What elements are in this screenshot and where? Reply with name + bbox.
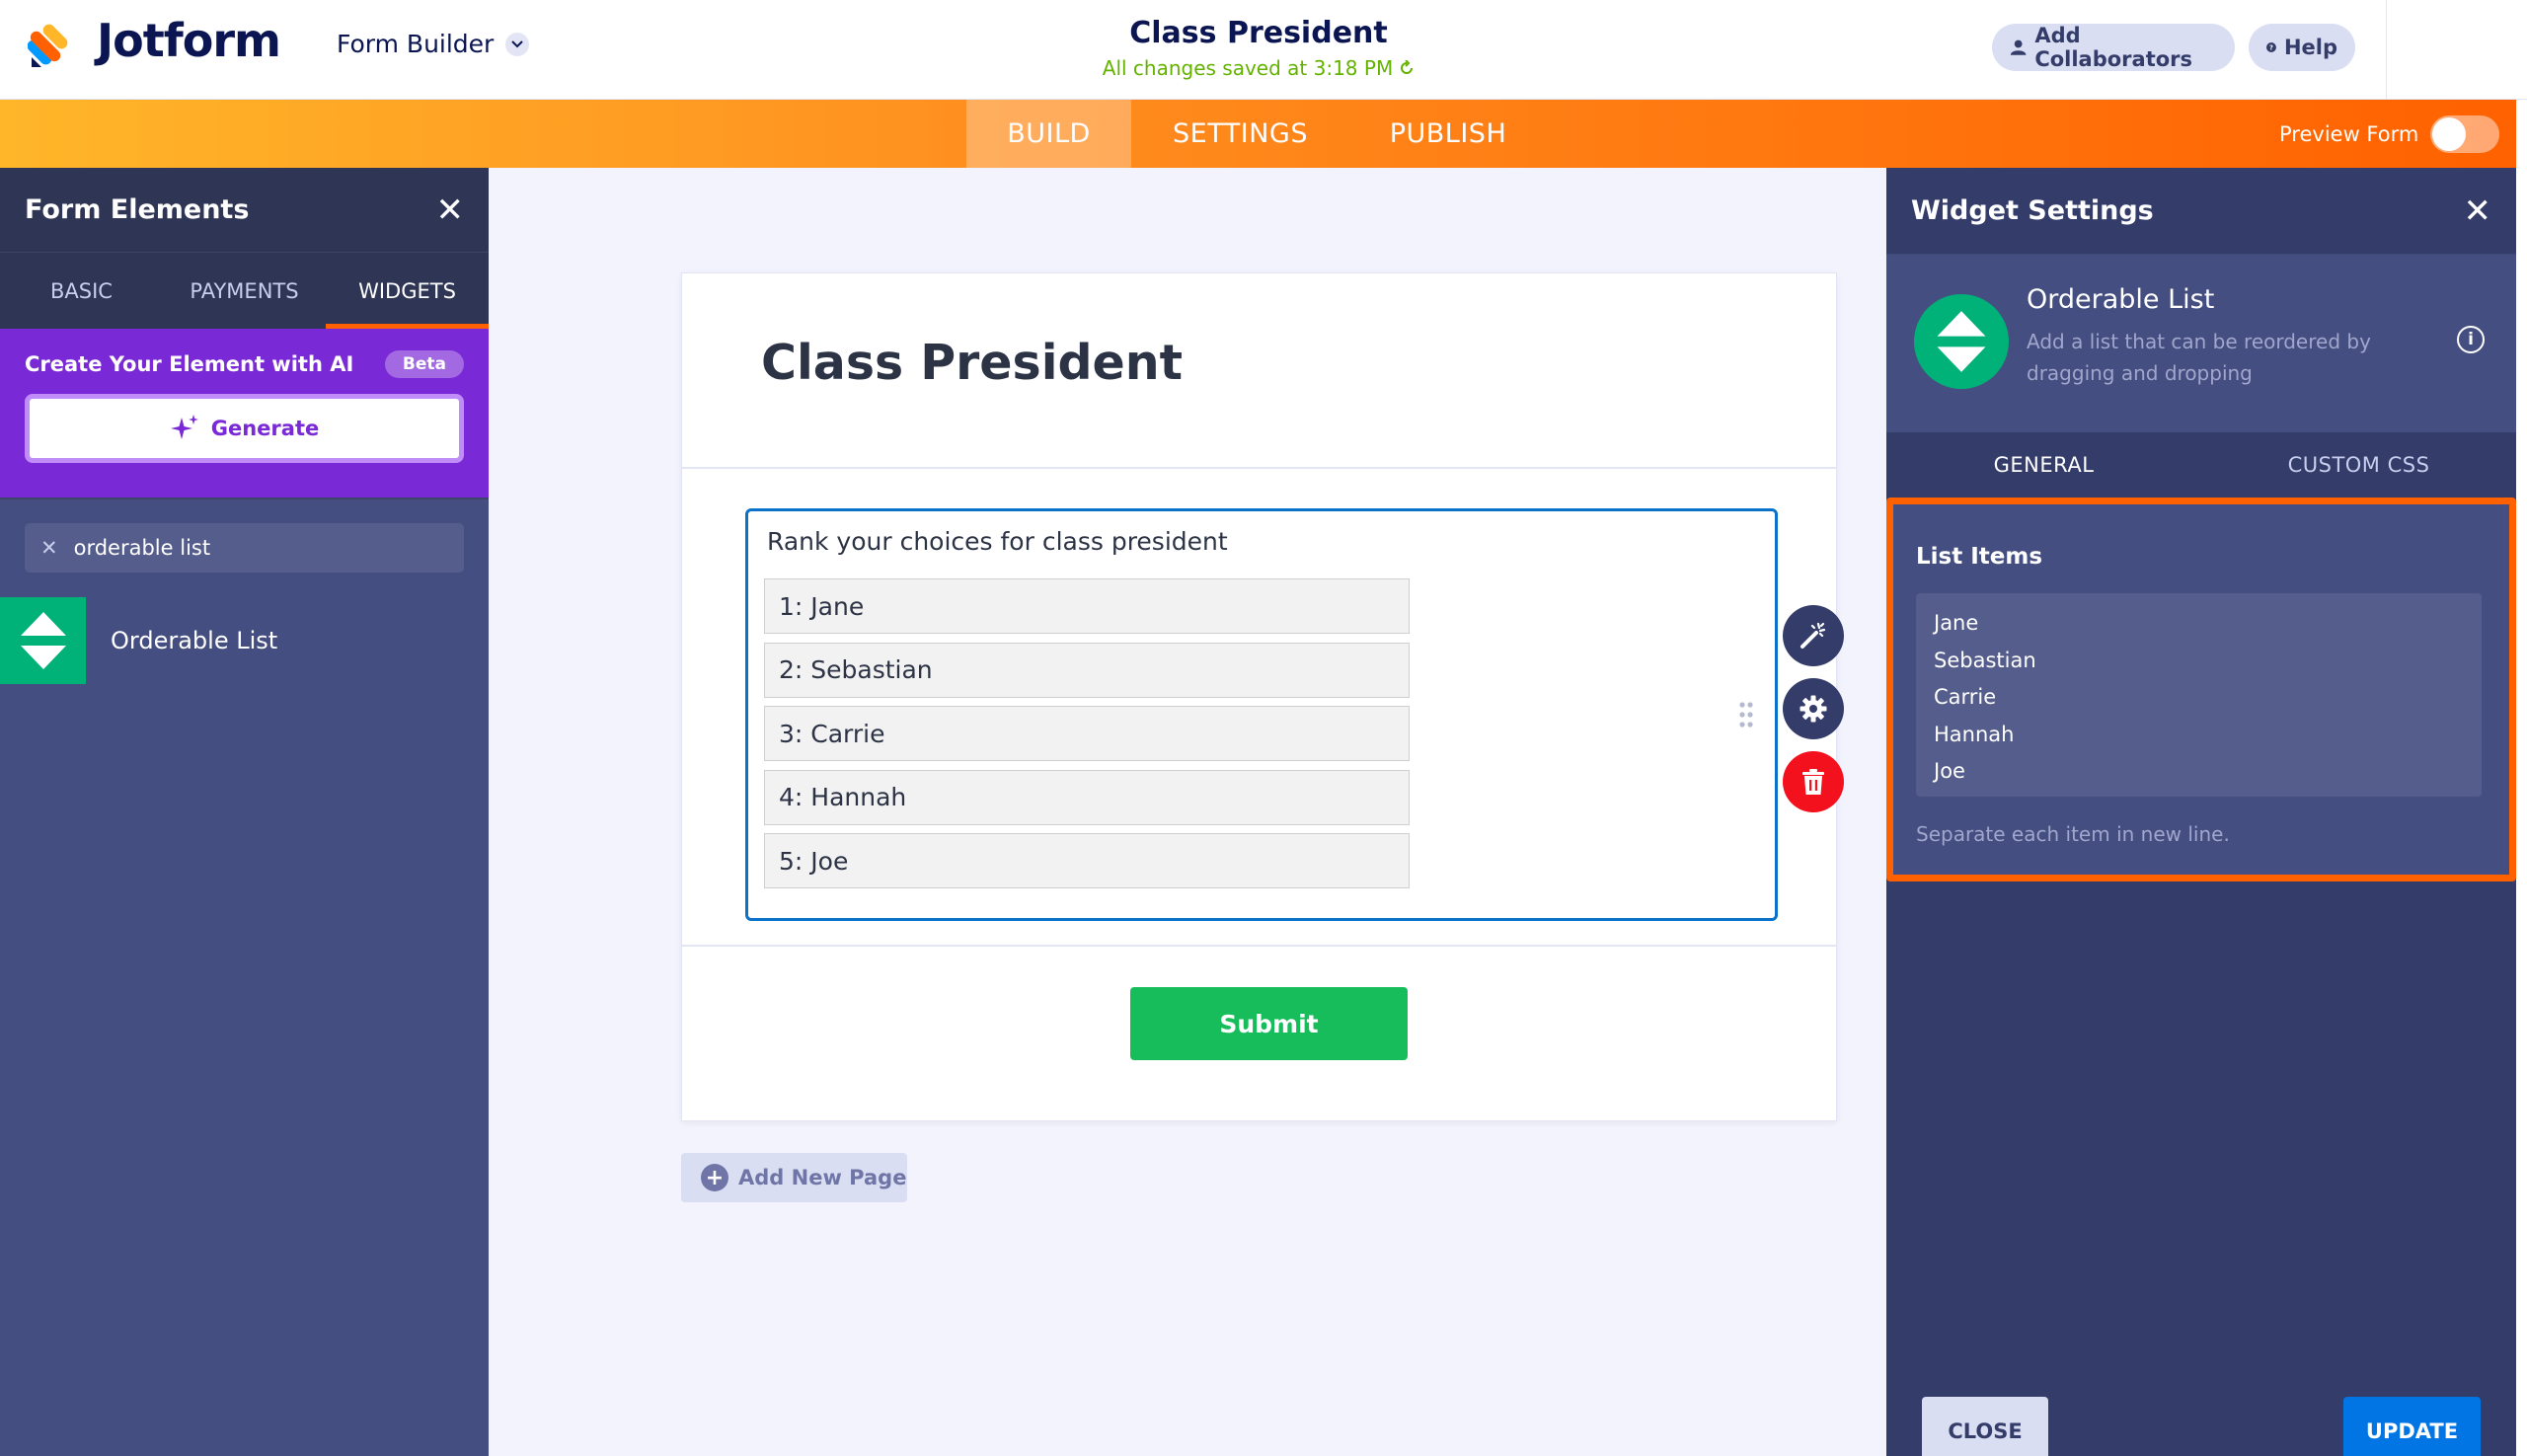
close-icon[interactable]: ✕ xyxy=(436,193,465,227)
orderable-list-icon xyxy=(0,597,86,684)
divider xyxy=(682,467,1836,469)
orderable-list: 1: Jane 2: Sebastian 3: Carrie 4: Hannah… xyxy=(764,578,1410,897)
user-icon xyxy=(2010,39,2027,55)
main-nav: BUILD SETTINGS PUBLISH Preview Form xyxy=(0,100,2527,168)
list-item-line: Jane xyxy=(1934,611,1979,635)
top-header: Jotform Form Builder Class President All… xyxy=(0,0,2527,100)
preview-form: Preview Form xyxy=(2279,100,2500,168)
widget-settings-tabs: GENERAL CUSTOM CSS xyxy=(1886,432,2516,498)
form-elements-header: Form Elements ✕ xyxy=(0,168,489,252)
save-status: All changes saved at 3:18 PM xyxy=(1036,56,1481,80)
question-label[interactable]: Rank your choices for class president xyxy=(767,527,1228,556)
search-box: ✕ xyxy=(25,523,464,573)
tab-settings[interactable]: SETTINGS xyxy=(1131,100,1349,168)
tab-widgets[interactable]: WIDGETS xyxy=(326,253,489,329)
list-item-line: Sebastian xyxy=(1934,648,2036,672)
widget-info: Orderable List Add a list that can be re… xyxy=(1886,255,2516,432)
list-item[interactable]: 1: Jane xyxy=(764,578,1410,634)
save-status-text: All changes saved at 3:18 PM xyxy=(1102,56,1394,80)
list-item-line: Hannah xyxy=(1934,722,2015,746)
brand-name[interactable]: Jotform xyxy=(97,14,281,67)
widget-settings-title: Widget Settings xyxy=(1911,195,2154,226)
magic-wand-icon xyxy=(1800,622,1826,649)
list-items-title: List Items xyxy=(1916,544,2043,570)
jotform-logo-icon[interactable] xyxy=(28,20,77,69)
close-icon[interactable]: ✕ xyxy=(2464,194,2492,228)
settings-button[interactable] xyxy=(1783,678,1844,739)
help-label: Help xyxy=(2283,36,2337,59)
preview-form-label: Preview Form xyxy=(2279,121,2419,146)
widget-settings-header: Widget Settings ✕ xyxy=(1886,168,2516,255)
list-item[interactable]: 3: Carrie xyxy=(764,706,1410,761)
form-title[interactable]: Class President xyxy=(1036,16,1481,50)
tab-build[interactable]: BUILD xyxy=(966,100,1131,168)
list-item[interactable]: 4: Hannah xyxy=(764,769,1410,825)
orderable-list-icon xyxy=(1914,294,2009,389)
list-item-line: Carrie xyxy=(1934,685,1997,709)
generate-label: Generate xyxy=(210,417,320,440)
tab-payments[interactable]: PAYMENTS xyxy=(163,253,326,329)
header-divider xyxy=(2386,0,2387,100)
chevron-down-icon xyxy=(505,32,530,56)
form-builder-menu[interactable]: Form Builder xyxy=(337,30,530,58)
form-elements-title: Form Elements xyxy=(25,194,250,225)
ai-element-box: Create Your Element with AI Beta Generat… xyxy=(0,329,489,498)
sparkle-icon xyxy=(170,415,198,439)
magic-wand-button[interactable] xyxy=(1783,605,1844,666)
list-items-textarea[interactable]: Jane Sebastian Carrie Hannah Joe xyxy=(1916,593,2482,797)
list-items-section: List Items Jane Sebastian Carrie Hannah … xyxy=(1886,498,2516,881)
list-item[interactable]: 5: Joe xyxy=(764,833,1410,888)
generate-button[interactable]: Generate xyxy=(25,394,464,463)
form-canvas: Class President Rank your choices for cl… xyxy=(489,168,1886,1456)
form-card: Class President Rank your choices for cl… xyxy=(681,272,1837,1121)
search-input[interactable] xyxy=(73,536,448,560)
element-label: Orderable List xyxy=(111,627,278,654)
info-icon[interactable]: i xyxy=(2457,326,2485,353)
title-block: Class President All changes saved at 3:1… xyxy=(1036,16,1481,80)
close-button[interactable]: CLOSE xyxy=(1922,1397,2048,1456)
beta-badge: Beta xyxy=(384,350,464,378)
form-elements-panel: Form Elements ✕ BASIC PAYMENTS WIDGETS C… xyxy=(0,168,489,1456)
drag-handle-icon[interactable] xyxy=(1739,702,1753,728)
tab-custom-css[interactable]: CUSTOM CSS xyxy=(2201,432,2516,498)
add-collaborators-button[interactable]: Add Collaborators xyxy=(1992,24,2235,71)
list-item-line: Joe xyxy=(1934,759,1965,783)
add-collaborators-label: Add Collaborators xyxy=(2034,24,2193,71)
trash-icon xyxy=(1802,769,1824,795)
delete-button[interactable] xyxy=(1783,751,1844,812)
plus-icon: + xyxy=(701,1164,728,1191)
tab-basic[interactable]: BASIC xyxy=(0,253,163,329)
list-item[interactable]: 2: Sebastian xyxy=(764,642,1410,698)
refresh-icon xyxy=(1401,60,1414,74)
svg-text:?: ? xyxy=(2269,43,2273,51)
widget-description: Add a list that can be reordered by drag… xyxy=(2027,330,2371,385)
ai-box-title: Create Your Element with AI xyxy=(25,352,354,376)
preview-form-toggle[interactable] xyxy=(2430,115,2500,153)
list-items-hint: Separate each item in new line. xyxy=(1916,822,2230,846)
window-edge xyxy=(2516,100,2527,1456)
list-item-orderable-list[interactable]: Orderable List xyxy=(0,597,489,684)
help-button[interactable]: ? Help xyxy=(2249,24,2355,71)
element-search: ✕ xyxy=(0,498,489,597)
toggle-knob xyxy=(2432,116,2467,151)
gear-icon xyxy=(1800,695,1827,723)
tab-publish[interactable]: PUBLISH xyxy=(1349,100,1547,168)
submit-button[interactable]: Submit xyxy=(1130,987,1408,1060)
widget-settings-panel: Widget Settings ✕ Orderable List Add a l… xyxy=(1886,168,2516,1456)
add-new-page-button[interactable]: + Add New Page xyxy=(681,1153,907,1202)
orderable-list-question[interactable]: Rank your choices for class president 1:… xyxy=(745,508,1778,921)
element-tabs: BASIC PAYMENTS WIDGETS xyxy=(0,252,489,329)
divider xyxy=(682,945,1836,947)
update-button[interactable]: UPDATE xyxy=(2343,1397,2481,1456)
clear-search-icon[interactable]: ✕ xyxy=(40,536,58,560)
form-heading[interactable]: Class President xyxy=(761,335,1183,391)
form-builder-label: Form Builder xyxy=(337,30,495,58)
question-icon: ? xyxy=(2266,42,2276,52)
add-new-page-label: Add New Page xyxy=(738,1166,907,1189)
widget-name: Orderable List xyxy=(2027,284,2215,315)
tab-general[interactable]: GENERAL xyxy=(1886,432,2201,498)
